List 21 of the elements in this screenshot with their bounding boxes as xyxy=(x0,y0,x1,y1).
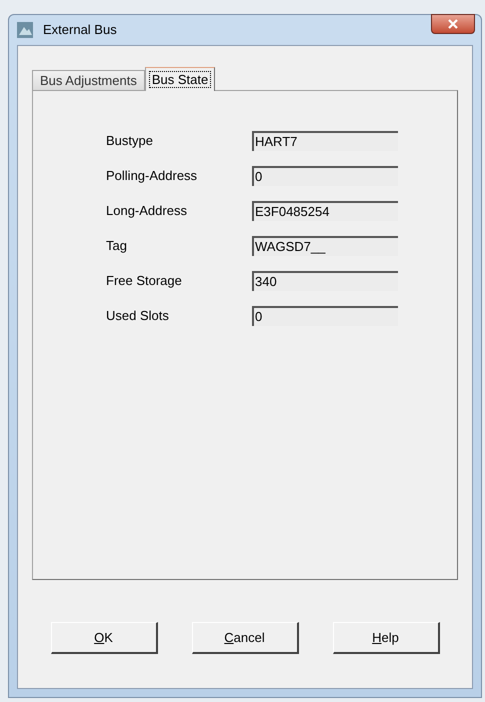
field-label: Polling-Address xyxy=(106,167,198,186)
close-icon xyxy=(448,19,458,29)
readonly-field[interactable]: WAGSD7__ xyxy=(252,236,398,256)
tab[interactable]: Bus State xyxy=(144,67,216,91)
window-title: External Bus xyxy=(43,21,117,40)
dialog-button[interactable]: OK xyxy=(50,622,158,654)
field-label: Tag xyxy=(106,237,128,256)
readonly-field[interactable]: E3F0485254 xyxy=(252,201,398,221)
dialog-button[interactable]: Cancel xyxy=(192,622,298,654)
field-label: Free Storage xyxy=(106,272,183,290)
readonly-field[interactable]: 0 xyxy=(252,306,398,326)
field-label: Long-Address xyxy=(106,202,188,220)
readonly-field[interactable]: 0 xyxy=(252,166,398,186)
app-icon xyxy=(17,22,33,38)
close-button[interactable] xyxy=(431,14,475,34)
dialog-button[interactable]: Help xyxy=(332,622,440,654)
field-label: Used Slots xyxy=(106,307,170,326)
readonly-field[interactable]: 340 xyxy=(252,271,398,291)
field-label: Bustype xyxy=(106,132,154,150)
readonly-field[interactable]: HART7 xyxy=(252,131,398,151)
tab[interactable]: Bus Adjustments xyxy=(32,70,145,90)
